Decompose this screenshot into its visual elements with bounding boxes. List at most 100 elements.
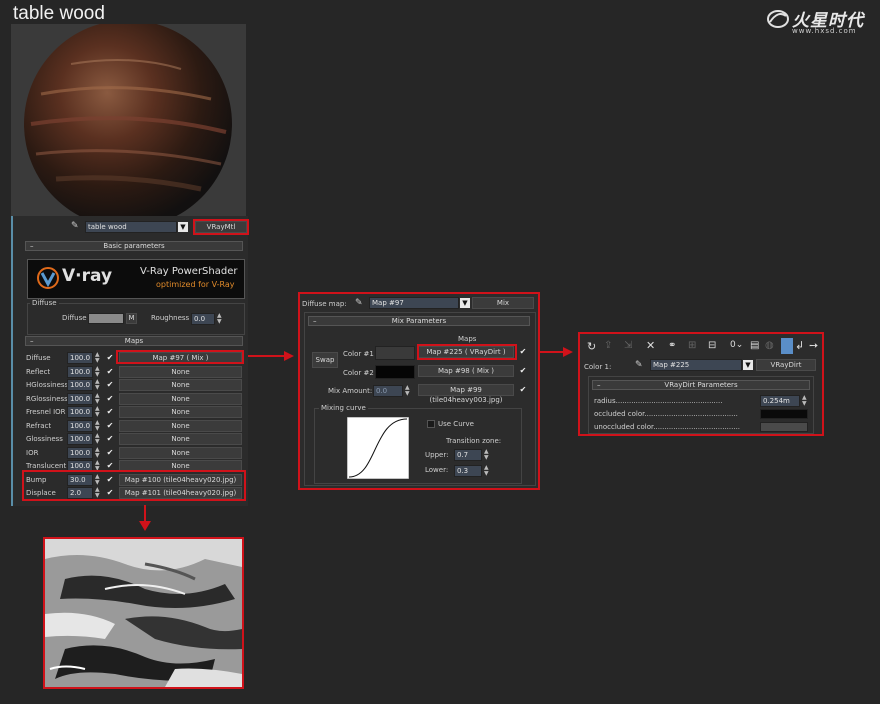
- roughness-field[interactable]: 0.0: [191, 313, 215, 325]
- map-row-label: RGlossiness: [26, 395, 68, 403]
- eyedropper-icon[interactable]: ✎: [355, 298, 363, 308]
- map-row-label: Refract: [26, 422, 52, 430]
- mix-amount-field[interactable]: 0.0: [373, 385, 403, 397]
- vraydirt-parameters-rollout[interactable]: – VRayDirt Parameters: [592, 380, 810, 390]
- map-amount-field[interactable]: 100.0: [67, 352, 93, 364]
- toolbar: ↻ ⇪ ⇲ ✕ ⚭ ⊞ ⊟ 0⌄ ▤ ◍ ↲ ➙: [584, 338, 820, 356]
- show-end-result-icon[interactable]: ◍: [765, 340, 774, 351]
- radius-field[interactable]: 0.254m: [760, 395, 800, 407]
- material-name-field[interactable]: table wood: [85, 221, 177, 233]
- map-row-label: Fresnel IOR: [26, 408, 66, 416]
- map-amount-field[interactable]: 100.0: [67, 433, 93, 445]
- unoccluded-color-swatch[interactable]: [760, 422, 808, 432]
- map-enable-checkbox[interactable]: ✔: [106, 462, 114, 470]
- map-enable-checkbox[interactable]: ✔: [106, 368, 114, 376]
- mix-amount-map-button[interactable]: Map #99 (tile04heavy003.jpg): [418, 384, 514, 404]
- map-amount-field[interactable]: 100.0: [67, 406, 93, 418]
- map-amount-field[interactable]: 100.0: [67, 447, 93, 459]
- mix-type-button[interactable]: Mix: [472, 297, 534, 309]
- map-amount-spinner[interactable]: ▲ ▼: [95, 420, 101, 432]
- map-enable-checkbox[interactable]: ✔: [106, 408, 114, 416]
- make-unique-icon[interactable]: ⚭: [668, 340, 676, 351]
- map-amount-spinner[interactable]: ▲ ▼: [95, 366, 101, 378]
- map-row: IOR 100.0 ▲ ▼ ✔ None: [13, 447, 250, 459]
- material-dropdown-icon[interactable]: ▼: [178, 222, 188, 232]
- channel-icon[interactable]: 0⌄: [730, 340, 743, 350]
- color1-map-checkbox[interactable]: ✔: [519, 348, 527, 356]
- color2-swatch[interactable]: [375, 365, 415, 379]
- occluded-color-swatch[interactable]: [760, 409, 808, 419]
- map-enable-checkbox[interactable]: ✔: [106, 381, 114, 389]
- put-to-library-icon[interactable]: ⊞: [688, 340, 696, 351]
- radius-spinner[interactable]: ▲ ▼: [802, 395, 808, 407]
- map-slot-button[interactable]: None: [119, 379, 242, 391]
- arrow-down-icon: [139, 505, 151, 531]
- map-slot-button[interactable]: None: [119, 447, 242, 459]
- dirt-type-button[interactable]: VRayDirt: [756, 359, 816, 371]
- color1-swatch[interactable]: [375, 346, 415, 360]
- put-to-scene-icon[interactable]: ⇪: [604, 340, 612, 351]
- lower-label: Lower:: [425, 466, 449, 474]
- show-in-viewport-icon[interactable]: ▤: [750, 340, 759, 351]
- color2-map-button[interactable]: Map #98 ( Mix ): [418, 365, 514, 377]
- vray-logo-icon: [37, 267, 59, 289]
- diffuse-map-label: Diffuse map:: [302, 300, 347, 308]
- roughness-spinner[interactable]: ▲ ▼: [217, 313, 223, 325]
- dirt-map-dropdown-icon[interactable]: ▼: [743, 360, 753, 370]
- rollout-title: Basic parameters: [103, 242, 165, 250]
- map-enable-checkbox[interactable]: ✔: [106, 354, 114, 362]
- go-to-parent-icon[interactable]: [781, 338, 793, 354]
- mix-amount-spinner[interactable]: ▲ ▼: [405, 385, 411, 397]
- diffuse-map-button[interactable]: M: [126, 313, 137, 324]
- swap-button[interactable]: Swap: [312, 352, 338, 368]
- assign-material-icon[interactable]: ⇲: [624, 340, 632, 351]
- material-editor-panel: ✎ table wood ▼ VRayMtl – Basic parameters…: [11, 216, 250, 506]
- map-enable-checkbox[interactable]: ✔: [106, 422, 114, 430]
- map-amount-spinner[interactable]: ▲ ▼: [95, 433, 101, 445]
- go-forward-icon[interactable]: ➙: [809, 339, 818, 352]
- map-amount-spinner[interactable]: ▲ ▼: [95, 447, 101, 459]
- transition-zone-label: Transition zone:: [446, 437, 502, 445]
- map-slot-button[interactable]: None: [119, 406, 242, 418]
- upper-spinner[interactable]: ▲ ▼: [484, 449, 490, 461]
- material-title: table wood: [13, 3, 105, 24]
- map-amount-spinner[interactable]: ▲ ▼: [95, 406, 101, 418]
- diffuse-color-swatch[interactable]: [88, 313, 124, 324]
- mix-parameters-rollout[interactable]: – Mix Parameters: [308, 316, 530, 326]
- basic-parameters-rollout[interactable]: – Basic parameters: [25, 241, 243, 251]
- map-slot-button[interactable]: None: [119, 433, 242, 445]
- roughness-label: Roughness: [151, 314, 190, 322]
- map-slot-button[interactable]: None: [119, 420, 242, 432]
- color2-map-checkbox[interactable]: ✔: [519, 367, 527, 375]
- eyedropper-icon[interactable]: ✎: [71, 221, 79, 231]
- map-slot-button[interactable]: None: [119, 393, 242, 405]
- map-enable-checkbox[interactable]: ✔: [106, 395, 114, 403]
- rollout-title: Mix Parameters: [391, 317, 447, 325]
- go-forward-sibling-icon[interactable]: ↲: [795, 339, 804, 352]
- dirt-map-name-field[interactable]: Map #225: [650, 359, 742, 371]
- upper-field[interactable]: 0.7: [454, 449, 482, 461]
- mix-map-name-field[interactable]: Map #97: [369, 297, 459, 309]
- map-slot-button[interactable]: None: [119, 366, 242, 378]
- lower-spinner[interactable]: ▲ ▼: [484, 465, 490, 477]
- map-amount-spinner[interactable]: ▲ ▼: [95, 352, 101, 364]
- maps-rollout[interactable]: – Maps: [25, 336, 243, 346]
- map-enable-checkbox[interactable]: ✔: [106, 449, 114, 457]
- map-amount-spinner[interactable]: ▲ ▼: [95, 393, 101, 405]
- map-amount-field[interactable]: 100.0: [67, 366, 93, 378]
- reset-map-icon[interactable]: ✕: [646, 339, 655, 352]
- lower-field[interactable]: 0.3: [454, 465, 482, 477]
- map-amount-field[interactable]: 100.0: [67, 393, 93, 405]
- use-curve-checkbox[interactable]: [427, 420, 435, 428]
- mix-map-dropdown-icon[interactable]: ▼: [460, 298, 470, 308]
- map-amount-field[interactable]: 100.0: [67, 379, 93, 391]
- get-material-icon[interactable]: ↻: [587, 340, 596, 353]
- map-amount-field[interactable]: 100.0: [67, 420, 93, 432]
- eyedropper-icon[interactable]: ✎: [635, 360, 643, 370]
- map-amount-spinner[interactable]: ▲ ▼: [95, 379, 101, 391]
- map-row-label: Glossiness: [26, 435, 63, 443]
- material-id-icon[interactable]: ⊟: [708, 340, 716, 351]
- vray-banner: V·ray V-Ray PowerShader optimized for V-…: [27, 259, 245, 299]
- map-enable-checkbox[interactable]: ✔: [106, 435, 114, 443]
- mix-amount-map-checkbox[interactable]: ✔: [519, 386, 527, 394]
